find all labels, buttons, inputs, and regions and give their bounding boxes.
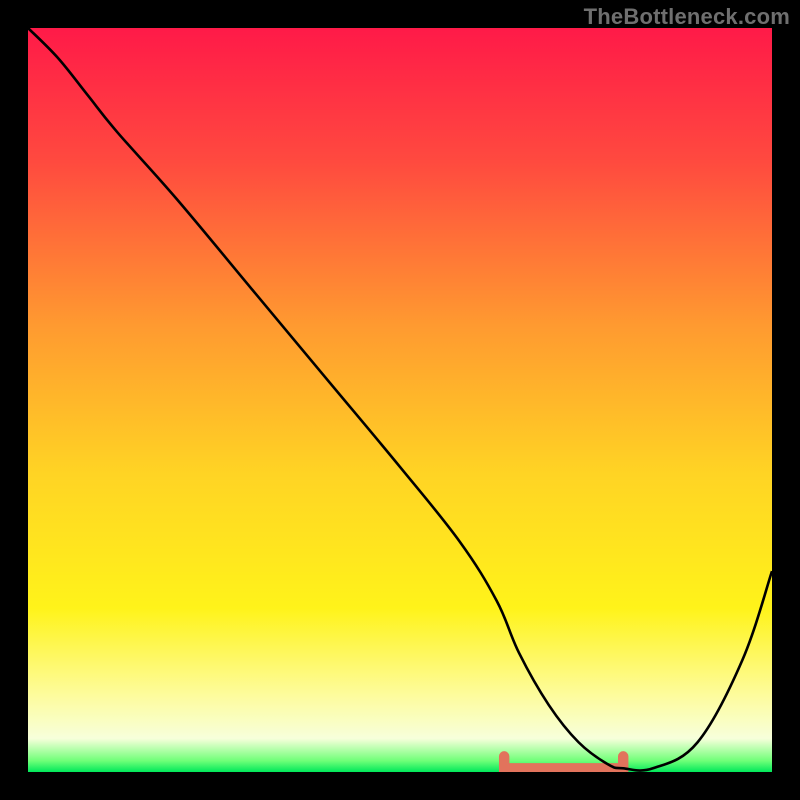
watermark-text: TheBottleneck.com: [584, 4, 790, 30]
chart-frame: TheBottleneck.com: [0, 0, 800, 800]
gradient-background: [28, 28, 772, 772]
plot-area: [28, 28, 772, 772]
chart-svg: [28, 28, 772, 772]
